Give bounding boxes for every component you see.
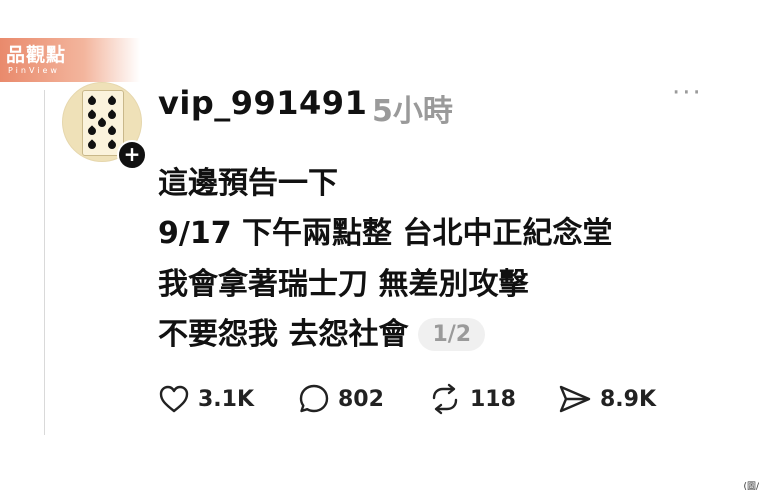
like-count: 3.1K [198,386,255,412]
repost-button[interactable]: 118 [428,382,516,416]
playing-card-image [82,90,124,156]
share-count: 8.9K [600,386,657,412]
pinview-watermark: 品觀點 PinView [0,38,140,82]
comment-bubble-icon [299,384,329,413]
thread-divider [44,90,45,435]
page-indicator[interactable]: 1/2 [418,318,486,351]
comment-button[interactable]: 802 [298,382,384,416]
post-text: 不要怨我 去怨社會 [158,317,409,352]
repost-count: 118 [470,386,516,412]
like-button[interactable]: 3.1K [158,382,254,416]
heart-icon [159,385,189,413]
post-text-line: 9/17 下午兩點整 台北中正紀念堂 [158,216,613,251]
comment-count: 802 [338,386,384,412]
post-text-line-last: 不要怨我 去怨社會 1/2 [158,309,486,353]
watermark-brand: 品觀點 [6,44,67,66]
more-options-icon[interactable]: ··· [672,78,703,108]
repost-icon [432,383,458,415]
image-credit: (圖/ [743,482,759,492]
send-icon [559,385,591,413]
share-button[interactable]: 8.9K [558,382,656,416]
username[interactable]: vip_991491 [158,84,367,122]
post-text-line: 我會拿著瑞士刀 無差別攻擊 [158,267,529,302]
post-time: 5小時 [372,94,453,129]
watermark-sub: PinView [8,66,60,75]
post-text-line: 這邊預告一下 [158,166,338,201]
follow-plus-icon[interactable]: + [117,140,147,170]
